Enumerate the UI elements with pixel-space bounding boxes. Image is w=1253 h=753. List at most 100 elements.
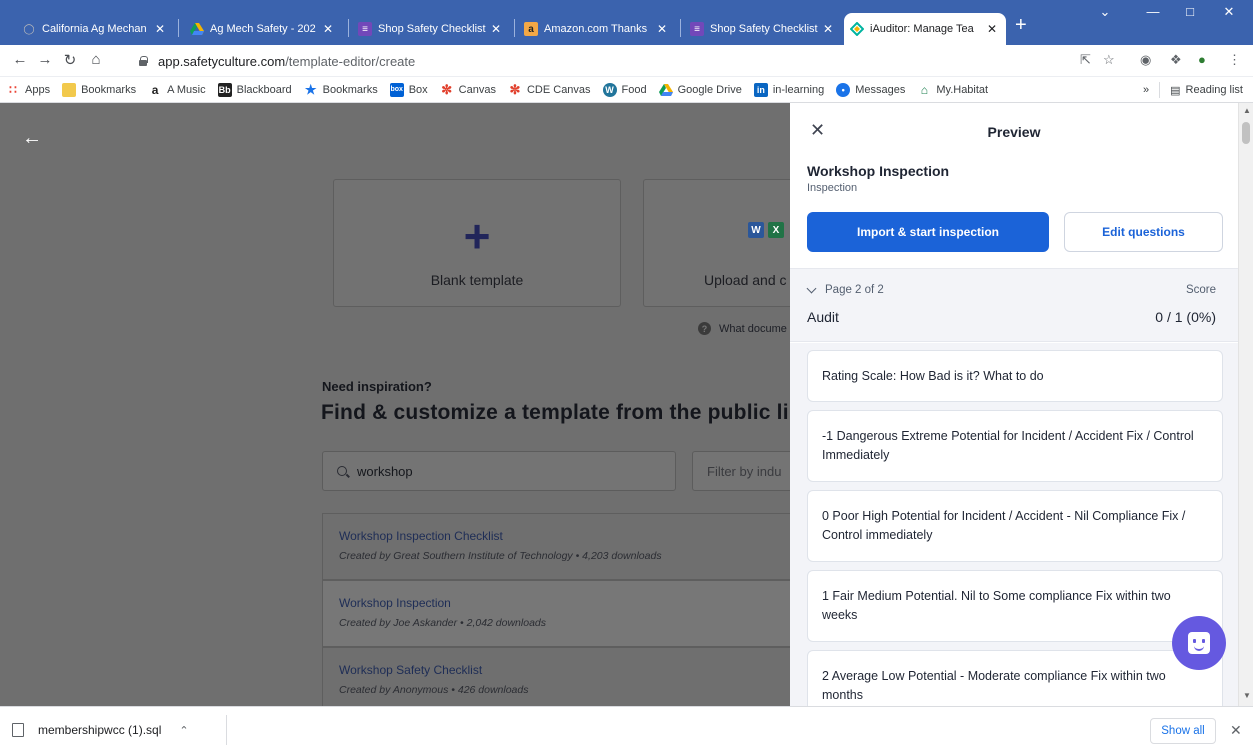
bookmark-star-icon[interactable]: ☆ [1103,52,1115,68]
close-icon[interactable]: ✕ [152,22,168,36]
chevron-up-icon[interactable]: ⌃ [179,724,188,737]
reload-button[interactable]: ↻ [60,51,80,69]
search-result-item[interactable]: Workshop Safety Checklist Created by Ano… [322,647,790,706]
puzzle-icon: ◯ [23,23,35,35]
result-title: Workshop Inspection Checklist [339,529,503,543]
close-window-button[interactable]: ✕ [1214,4,1244,20]
close-icon[interactable]: ✕ [320,22,336,36]
page-section-header: Page 2 of 2 Score Audit 0 / 1 (0%) [790,268,1238,342]
excel-icon: X [768,222,784,238]
result-title: Workshop Inspection [339,596,451,610]
reading-list[interactable]: Reading list [1186,84,1243,96]
bookmark-cde-canvas[interactable]: ✼ CDE Canvas [508,81,591,97]
question-card: Rating Scale: How Bad is it? What to do [807,350,1223,402]
canvas-icon: ✼ [441,81,453,97]
result-subtitle: Created by Joe Askander • 2,042 download… [339,617,547,629]
apps-grid-icon: ∷ [9,82,17,97]
linkedin-icon: in [753,82,768,97]
google-drive-icon [658,83,673,97]
file-icon [12,723,24,737]
search-result-item[interactable]: Workshop Inspection Checklist Created by… [322,513,790,580]
result-title: Workshop Safety Checklist [339,663,483,677]
bookmark-google-drive[interactable]: Google Drive [658,83,742,97]
back-arrow-icon[interactable]: ← [22,127,42,150]
preview-title: Preview [987,124,1041,140]
bookmark-box[interactable]: box Box [389,82,428,97]
extension-icon[interactable]: ◉ [1140,52,1151,68]
close-icon[interactable]: ✕ [984,22,1000,36]
result-subtitle: Created by Great Southern Institute of T… [339,550,662,562]
question-list: Rating Scale: How Bad is it? What to do … [790,343,1238,706]
template-search-input[interactable]: workshop [322,451,676,491]
page-scrollbar[interactable]: ▲ ▼ [1238,103,1253,706]
forward-button[interactable]: → [35,51,55,68]
bookmark-bookmarks-star[interactable]: ★ Bookmarks [304,81,378,97]
scroll-down-arrow-icon[interactable]: ▼ [1243,691,1251,700]
tab-title: iAuditor: Manage Tea [870,23,974,35]
scrollbar-thumb[interactable] [1242,122,1250,144]
close-icon[interactable]: ✕ [820,22,836,36]
chat-widget-button[interactable] [1172,616,1226,670]
blank-template-card[interactable]: + Blank template [333,179,621,307]
canvas-icon: ✼ [509,81,521,97]
bookmark-in-learning[interactable]: in in-learning [753,82,824,97]
download-item[interactable]: membershipwcc (1).sql ⌃ [12,723,189,737]
safetyculture-icon [850,22,864,36]
bookmark-canvas[interactable]: ✼ Canvas [440,81,496,97]
scroll-up-arrow-icon[interactable]: ▲ [1243,106,1251,115]
star-icon: ★ [304,81,317,97]
bookmark-a-music[interactable]: aA Music [148,83,206,97]
tab-1[interactable]: ◯ California Ag Mechan ✕ [16,13,174,45]
help-icon: ? [698,322,711,335]
back-button[interactable]: ← [10,51,30,68]
tab-2[interactable]: Ag Mech Safety - 202 ✕ [184,13,342,45]
puzzle-icon[interactable]: ❖ [1170,52,1182,68]
share-icon[interactable]: ⇱ [1080,52,1091,68]
bookmark-apps[interactable]: ∷ Apps [6,83,50,97]
what-documents-link[interactable]: ? What docume [698,322,787,335]
close-icon[interactable]: ✕ [1230,722,1242,739]
chevron-down-icon[interactable] [806,283,817,294]
more-bookmarks-chevron[interactable]: » [1143,84,1149,96]
tab-title: Shop Safety Checklist [378,23,486,35]
tab-6-active[interactable]: iAuditor: Manage Tea ✕ [844,13,1006,45]
messages-icon: • [836,82,851,97]
close-icon[interactable]: ✕ [654,22,670,36]
question-card: 2 Average Low Potential - Moderate compl… [807,650,1223,706]
home-button[interactable]: ⌂ [86,51,106,68]
address-toolbar: ← → ↻ ⌂ app.safetyculture.com/template-e… [0,45,1253,77]
google-forms-icon: ≡ [690,22,704,36]
tab-strip: ◯ California Ag Mechan ✕ Ag Mech Safety … [0,0,1253,45]
edit-questions-button[interactable]: Edit questions [1064,212,1223,252]
tab-5[interactable]: ≡ Shop Safety Checklist ✕ [684,13,842,45]
bookmark-blackboard[interactable]: Bb Blackboard [217,82,292,97]
folder-icon [62,82,77,97]
page-indicator[interactable]: Page 2 of 2 [825,284,884,296]
bookmark-my-habitat[interactable]: ⌂ My.Habitat [917,83,988,97]
bookmark-bookmarks-folder[interactable]: Bookmarks [62,82,136,97]
address-bar[interactable]: app.safetyculture.com/template-editor/cr… [138,49,1138,73]
minimize-button[interactable]: — [1138,4,1168,19]
search-result-item[interactable]: Workshop Inspection Created by Joe Askan… [322,580,790,647]
result-subtitle: Created by Anonymous • 426 downloads [339,684,529,696]
tab-4[interactable]: a Amazon.com Thanks ✕ [518,13,676,45]
url-host: app.safetyculture.com [158,53,286,69]
industry-filter[interactable]: Filter by indu [692,451,790,491]
wordpress-icon: W [602,82,617,97]
close-icon[interactable]: ✕ [488,22,504,36]
import-start-inspection-button[interactable]: Import & start inspection [807,212,1049,252]
show-all-button[interactable]: Show all [1150,718,1216,744]
tab-search-icon[interactable]: ⌄ [1090,4,1120,20]
search-icon [337,466,347,476]
bookmark-food[interactable]: W Food [602,82,647,97]
lock-icon [138,56,148,66]
new-tab-button[interactable]: + [1015,14,1027,37]
menu-icon[interactable]: ⋮ [1228,52,1241,68]
google-drive-icon [190,22,204,36]
profile-avatar[interactable]: ● [1198,52,1206,67]
upload-card[interactable]: W X Upload and c [643,179,790,307]
tab-3[interactable]: ≡ Shop Safety Checklist ✕ [352,13,510,45]
maximize-button[interactable]: □ [1175,4,1205,19]
habitat-icon: ⌂ [920,82,928,97]
bookmark-messages[interactable]: • Messages [836,82,905,97]
